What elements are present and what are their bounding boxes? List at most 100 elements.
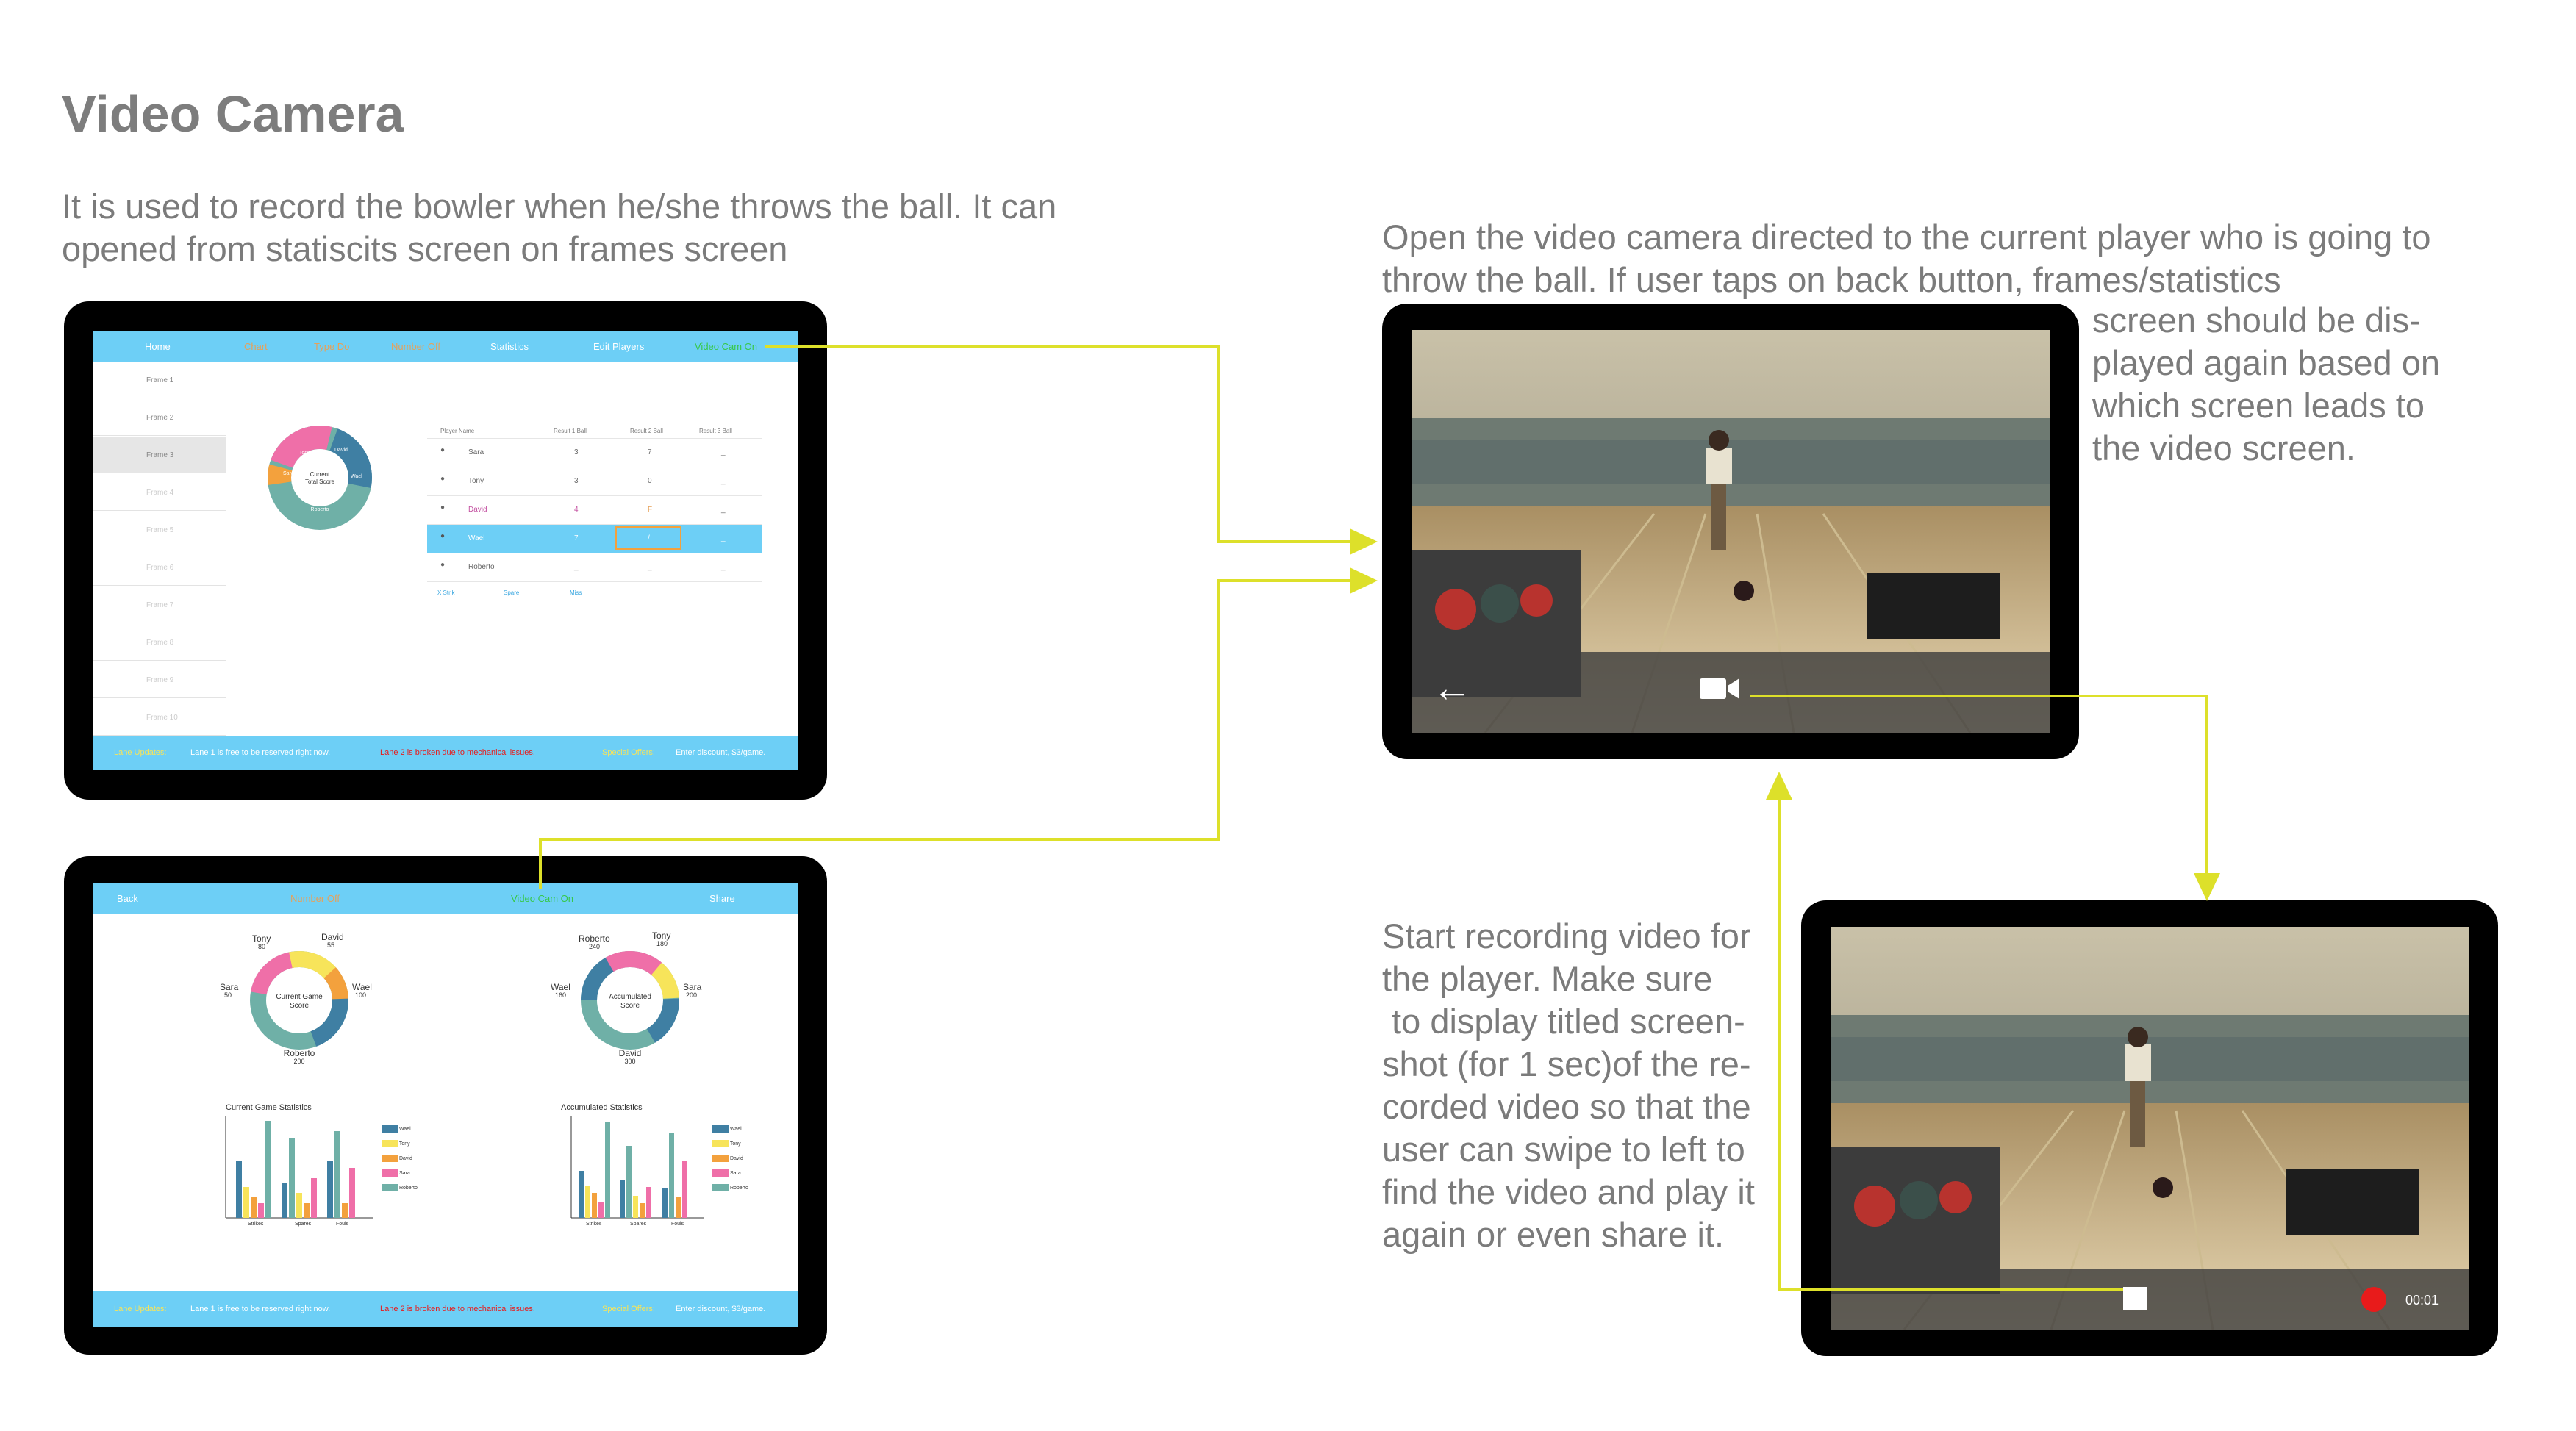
bar (296, 1193, 302, 1218)
strike-button[interactable]: X Strik (437, 589, 455, 596)
share-button[interactable]: Share (709, 893, 735, 904)
player-name: Wael (468, 534, 485, 542)
nav-home[interactable]: Home (145, 341, 171, 352)
note-line: shot (for 1 sec)of the re- (1382, 1044, 1751, 1083)
donut-label-david: David (321, 932, 344, 942)
x-tick: Fouls (336, 1222, 349, 1227)
back-button[interactable]: Back (117, 893, 138, 904)
avatar: ● (440, 446, 446, 454)
donut-center-label: Current (310, 471, 330, 478)
legend-item: Wael (712, 1125, 742, 1133)
donut-value: 200 (686, 991, 697, 999)
sidebar-frame-9[interactable]: Frame 9 (93, 661, 226, 698)
connector-line (1217, 540, 1364, 543)
donut-label-david: David (619, 1048, 642, 1058)
connector-line (1778, 797, 1781, 1291)
donut-label-wael: Wael (551, 982, 570, 992)
bar (311, 1178, 317, 1218)
table-row[interactable]: ● David 4 F _ (427, 496, 762, 525)
donut-label-tony: Tony (299, 451, 310, 456)
legend-item: David (712, 1155, 743, 1162)
camera-viewfinder: ← (1412, 330, 2050, 733)
table-row-selected[interactable]: ● Wael 7 / _ (427, 525, 762, 553)
lane-broken-text: Lane 2 is broken due to mechanical issue… (380, 748, 535, 757)
intro-line: It is used to record the bowler when he/… (62, 187, 1057, 226)
bar (662, 1188, 668, 1218)
miss-button[interactable]: Miss (570, 589, 582, 596)
bar (646, 1187, 651, 1218)
legend-item: Wael (382, 1125, 411, 1133)
spare-button[interactable]: Spare (504, 589, 519, 596)
lane-updates-bar: Lane Updates: Lane 1 is free to be reser… (93, 736, 798, 770)
nav-edit-players[interactable]: Edit Players (593, 341, 644, 352)
connector-line (1778, 1288, 2123, 1291)
note-line: find the video and play it (1382, 1172, 1755, 1211)
avatar: ● (440, 561, 446, 569)
sidebar-frame-1[interactable]: Frame 1 (93, 362, 226, 398)
bar (682, 1161, 687, 1218)
intro-line: opened from statiscits screen on frames … (62, 229, 788, 268)
connector-line (1217, 579, 1364, 582)
nav-type[interactable]: Type Do (314, 341, 349, 352)
donut-label-tony: Tony (252, 933, 271, 944)
sidebar-frame-6[interactable]: Frame 6 (93, 549, 226, 586)
accumulated-stats-chart: Strikes Spares Fouls (570, 1116, 704, 1227)
donut-value: 300 (624, 1058, 635, 1065)
table-row[interactable]: ● Tony 3 0 _ (427, 467, 762, 496)
stats-tablet: Back Number Off Video Cam On Share Curre… (64, 856, 827, 1355)
sidebar-frame-3[interactable]: Frame 3 (93, 437, 226, 473)
table-row[interactable]: ● Sara 3 7 _ (427, 439, 762, 467)
stop-recording-button[interactable] (2123, 1287, 2147, 1310)
bar (605, 1122, 610, 1218)
bar (620, 1180, 625, 1218)
donut-label-roberto: Roberto (311, 507, 329, 512)
sidebar-frame-8[interactable]: Frame 8 (93, 624, 226, 661)
back-arrow-icon[interactable]: ← (1432, 665, 1472, 711)
special-offer-text: Enter discount, $3/game. (676, 1305, 766, 1313)
sidebar-frame-10[interactable]: Frame 10 (93, 699, 226, 736)
bar (342, 1203, 348, 1218)
video-camera-icon[interactable] (1700, 675, 1739, 702)
bar (265, 1121, 271, 1218)
bar (579, 1171, 584, 1218)
col-header: Player Name (440, 428, 475, 434)
nav-number-off[interactable]: Number Off (290, 893, 340, 904)
nav-video-cam[interactable]: Video Cam On (511, 893, 573, 904)
nav-chart[interactable]: Chart (244, 341, 268, 352)
sidebar-frame-4[interactable]: Frame 4 (93, 474, 226, 511)
connector-line (1217, 579, 1220, 841)
table-row[interactable]: ● Roberto _ _ _ (427, 553, 762, 582)
donut-center-label: Total Score (305, 478, 335, 485)
frames-tablet: Home Chart Type Do Number Off Statistics… (64, 301, 827, 800)
donut-label-tony: Tony (652, 930, 670, 941)
sidebar-frame-5[interactable]: Frame 5 (93, 512, 226, 548)
current-stats-chart: Strikes Spares Fouls (225, 1116, 373, 1227)
bars-fouls (327, 1131, 355, 1218)
connector-line (1750, 695, 2208, 697)
donut-value: 240 (589, 943, 600, 950)
donut-value: 200 (293, 1058, 304, 1065)
connector-arrow (1766, 772, 1792, 800)
nav-number-off[interactable]: Number Off (391, 341, 440, 352)
sidebar-frame-2[interactable]: Frame 2 (93, 399, 226, 436)
donut-value: 180 (656, 940, 668, 947)
donut-center-label: Accumulated (609, 993, 651, 1001)
nav-video-cam[interactable]: Video Cam On (695, 341, 757, 352)
lane-updates-label: Lane Updates: (114, 1305, 167, 1313)
stats-nav-bar: Back Number Off Video Cam On Share (93, 883, 798, 914)
donut-label-david: David (334, 448, 348, 453)
x-tick: Spares (295, 1222, 312, 1227)
frames-sidebar: Frame 1 Frame 2 Frame 3 Frame 4 Frame 5 … (93, 362, 226, 736)
x-tick: Strikes (586, 1222, 602, 1227)
donut-hole (292, 450, 348, 506)
nav-statistics[interactable]: Statistics (490, 341, 529, 352)
note-line: corded video so that the (1382, 1087, 1751, 1126)
donut-label-sara: Sara (683, 982, 702, 992)
bar (243, 1187, 249, 1218)
bar (585, 1186, 590, 1218)
donut-label-roberto: Roberto (284, 1048, 315, 1058)
sidebar-frame-7[interactable]: Frame 7 (93, 587, 226, 623)
note-line: user can swipe to left to (1382, 1130, 1745, 1169)
bar (626, 1146, 632, 1218)
legend-item: Tony (382, 1140, 410, 1147)
